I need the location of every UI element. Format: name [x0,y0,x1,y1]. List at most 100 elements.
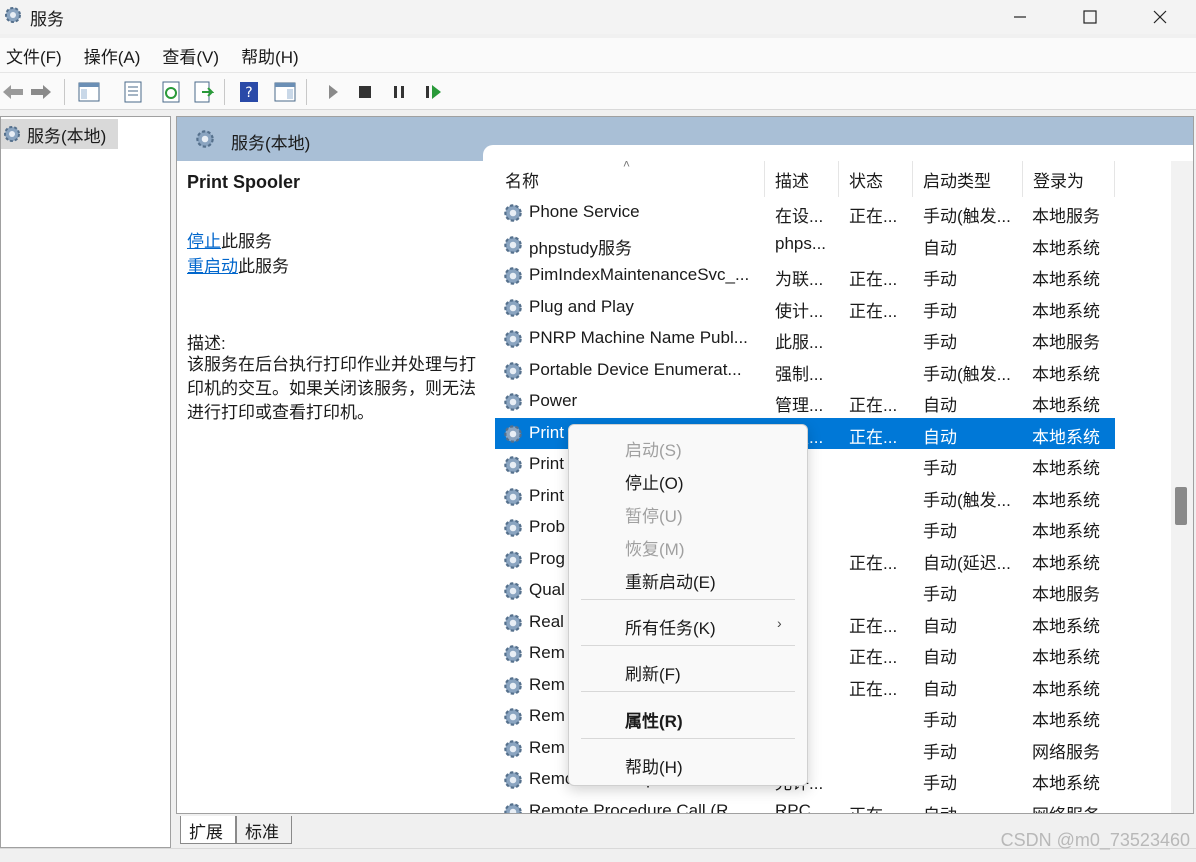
service-description: 强制... [775,364,824,384]
menu-bar: 文件(F) 操作(A) 查看(V) 帮助(H) [0,38,1196,72]
restart-icon [426,85,441,99]
pause-service-button[interactable] [386,79,412,105]
service-status: 正在... [849,207,898,226]
service-logon-as: 本地系统 [1032,616,1100,636]
service-startup-type: 手动 [923,301,957,321]
service-name: Power [529,391,578,410]
scrollbar-thumb[interactable] [1175,487,1187,525]
back-button[interactable] [0,79,26,105]
help-icon: ? [240,82,258,102]
pane-header-curve [483,145,1193,161]
menu-item-restart[interactable]: 重新启动(E) [625,568,716,593]
action-pane-icon [274,82,296,102]
service-startup-type: 自动 [923,427,957,447]
table-row[interactable]: Phone Service 在设... 正在... 手动(触发... 本地服务 [495,197,1115,228]
menu-item-stop[interactable]: 停止(O) [625,469,684,494]
table-row[interactable]: Plug and Play 使计... 正在... 手动 本地系统 [495,292,1115,323]
stop-service-button[interactable] [352,79,378,105]
table-row[interactable]: phpstudy服务 phps... 自动 本地系统 [495,229,1115,260]
maximize-button[interactable] [1055,0,1125,34]
service-startup-type: 自动 [923,616,957,636]
service-name: Portable Device Enumerat... [529,359,742,379]
table-row[interactable]: Portable Device Enumerat... 强制... 手动(触发...… [495,355,1115,386]
svg-text:?: ? [245,85,252,101]
restart-service-link[interactable]: 重启动 [187,257,238,276]
restart-service-button[interactable] [420,79,446,105]
menu-item-properties[interactable]: 属性(R) [625,707,683,732]
console-tree: 服务(本地) [0,116,171,848]
service-status: 正在... [849,616,898,636]
service-startup-type: 自动(延迟... [923,553,1011,573]
minimize-button[interactable] [985,0,1055,34]
toolbar-separator [306,79,307,105]
properties-button[interactable] [120,79,146,105]
help-button[interactable]: ? [236,79,262,105]
service-startup-type: 手动 [923,459,957,478]
service-logon-as: 本地系统 [1032,238,1100,258]
gear-icon [504,235,522,254]
menu-item-resume[interactable]: 恢复(M) [625,535,684,560]
toolbar: ? [0,72,1196,110]
vertical-scrollbar[interactable] [1171,161,1193,813]
service-status: 正在... [849,270,898,289]
stop-line: 停止此服务 [187,227,272,252]
menu-help[interactable]: 帮助(H) [238,43,302,68]
column-header-description[interactable]: 描述 [765,161,839,197]
tab-extended[interactable]: 扩展 [180,816,236,844]
close-button[interactable] [1125,0,1195,34]
menu-action[interactable]: 操作(A) [81,43,144,68]
menu-file[interactable]: 文件(F) [3,43,65,68]
service-startup-type: 自动 [923,679,957,699]
title-bar: 服务 [0,0,1196,34]
service-logon-as: 网络服务 [1032,801,1112,814]
service-logon-as: 本地系统 [1032,364,1100,384]
table-row[interactable]: Remote Procedure Call (R... RPC... 正在... 自动… [495,796,1115,814]
selected-service-name: Print Spooler [187,172,301,192]
service-startup-type: 自动 [923,801,1021,814]
action-pane-button[interactable] [272,79,298,105]
gear-icon [504,456,522,474]
toolbar-separator [64,79,65,105]
service-logon-as: 本地系统 [1032,774,1100,793]
pane-header: 服务(本地) [177,117,1193,161]
tree-item-services-local[interactable]: 服务(本地) [1,119,118,149]
service-startup-type: 手动 [923,742,957,762]
gear-icon [504,613,522,632]
forward-button[interactable] [28,79,54,105]
gear-icon [504,487,522,506]
service-logon-as: 本地系统 [1032,459,1100,478]
table-row[interactable]: PimIndexMaintenanceSvc_... 为联... 正在... 手动 本地… [495,260,1115,291]
console-tree-button[interactable] [76,79,102,105]
column-header-status[interactable]: 状态 [839,161,913,197]
refresh-icon [162,81,180,103]
table-row[interactable]: PNRP Machine Name Publ... 此服... 手动 本地服务 [495,323,1115,354]
menu-item-help[interactable]: 帮助(H) [625,753,683,778]
stop-service-link[interactable]: 停止 [187,232,221,251]
menu-item-pause[interactable]: 暂停(U) [625,502,683,527]
gear-icon [504,802,522,813]
tab-standard[interactable]: 标准 [236,816,292,844]
start-service-button[interactable] [320,79,346,105]
menu-item-start[interactable]: 启动(S) [625,436,682,461]
window-title: 服务 [30,10,64,29]
service-logon-as: 本地系统 [1032,427,1100,447]
service-description: RPC... [775,800,826,814]
close-icon [1153,10,1167,24]
refresh-button[interactable] [158,79,184,105]
description-label: 描述: [187,334,226,353]
service-description: 在设... [775,207,824,226]
menu-item-refresh[interactable]: 刷新(F) [625,660,681,685]
column-header-logon-as[interactable]: 登录为 [1023,161,1115,197]
play-icon [329,85,338,99]
menu-item-all-tasks[interactable]: 所有任务(K) [625,614,716,639]
export-list-button[interactable] [190,79,216,105]
gear-icon [5,7,21,23]
menu-view[interactable]: 查看(V) [159,43,222,68]
column-header-startup-type[interactable]: 启动类型 [913,161,1023,197]
gear-icon [504,424,522,443]
service-startup-type: 自动 [923,396,957,415]
column-header-name[interactable]: 名称 [495,161,765,197]
service-description: phps... [775,233,827,253]
gear-icon [504,676,522,695]
table-row[interactable]: Power 管理... 正在... 自动 本地系统 [495,386,1115,417]
